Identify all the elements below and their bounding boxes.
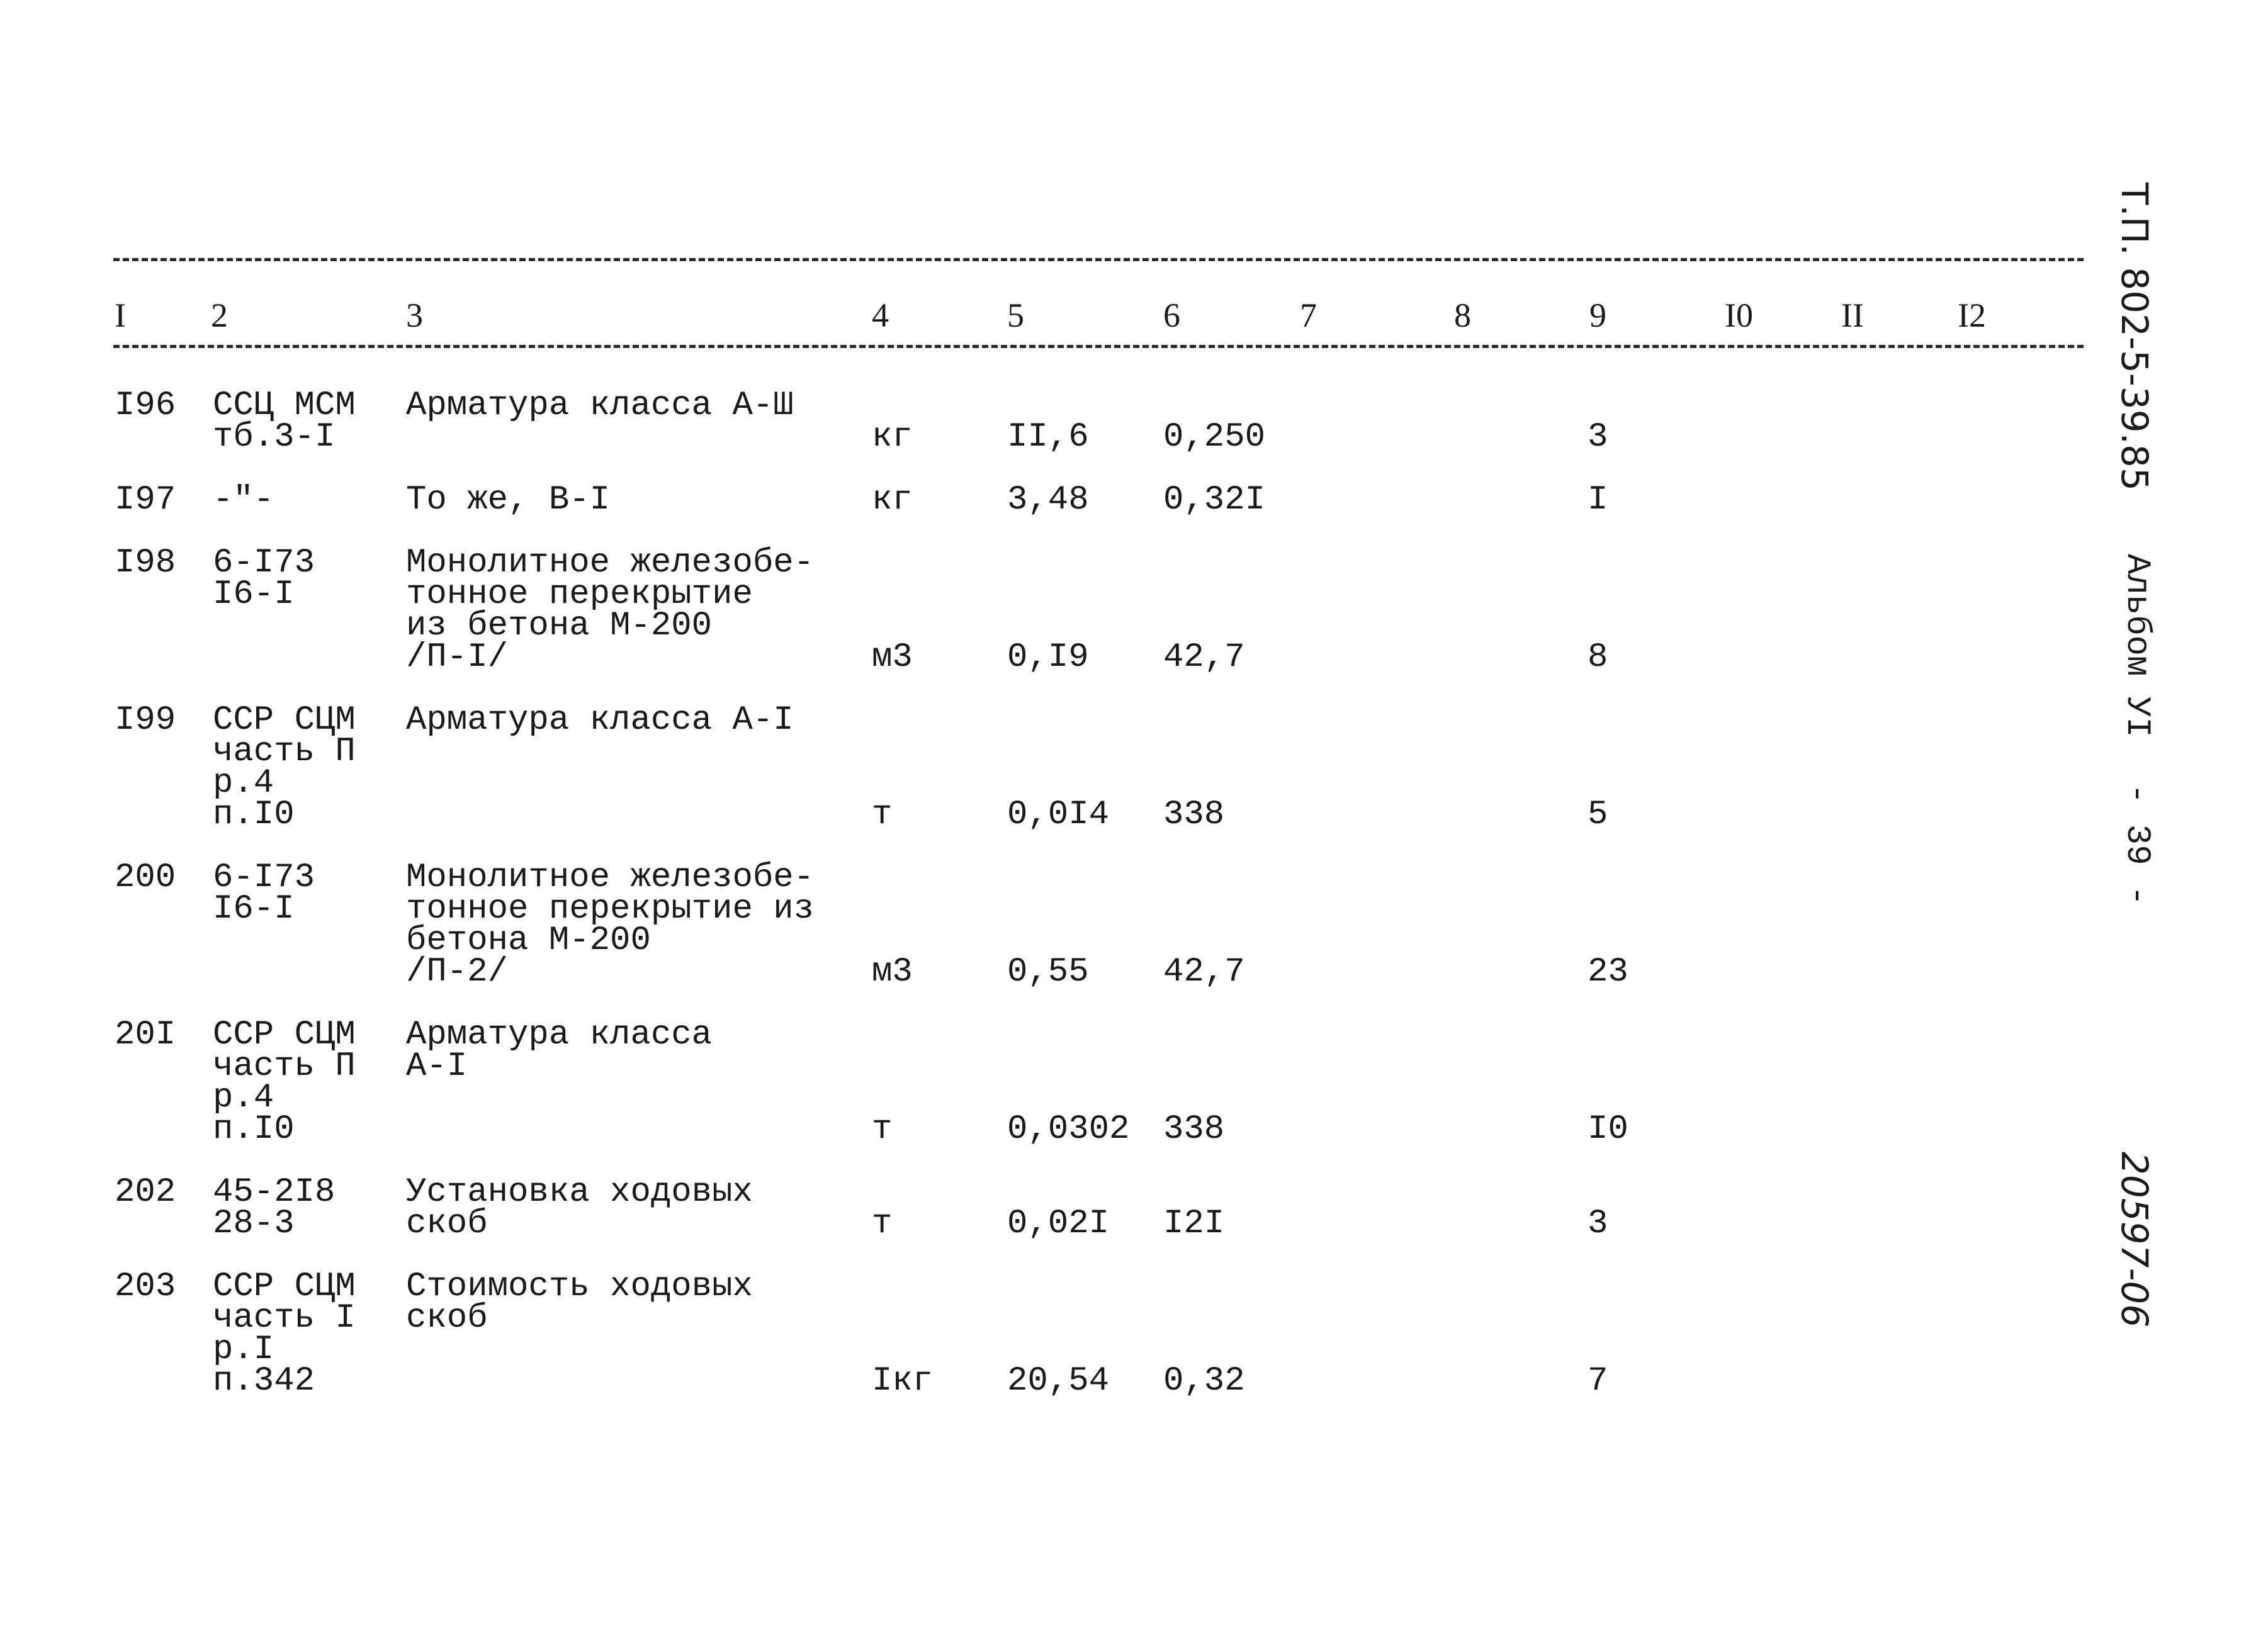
- row-number: I99: [115, 701, 176, 739]
- column-header: I2: [1958, 296, 1986, 334]
- header-top-rule: [113, 258, 2084, 261]
- album-label: Альбом УI: [2118, 554, 2156, 738]
- quantity: 0,02I: [1007, 1205, 1110, 1243]
- item-name-line: То же, В-I: [406, 481, 611, 519]
- row-number: 20I: [115, 1016, 176, 1054]
- reference-code-line: 28-3: [213, 1205, 295, 1243]
- reference-code-line: часть I: [213, 1299, 356, 1337]
- total-cost: 5: [1588, 795, 1608, 834]
- column-header: 6: [1163, 296, 1180, 334]
- item-name-line: А-I: [406, 1047, 468, 1086]
- reference-code-line: -"-: [213, 481, 274, 519]
- item-name-line: Стоимость ходовых: [406, 1267, 753, 1306]
- reference-code-line: р.4: [213, 1079, 274, 1117]
- unit: м3: [872, 638, 913, 677]
- item-name-line: Арматура класса: [406, 1016, 713, 1054]
- reference-code-line: 45-2I8: [213, 1173, 336, 1211]
- item-name-line: бетона М-200: [406, 921, 651, 960]
- total-cost: 23: [1588, 953, 1628, 991]
- header-bottom-rule: [113, 345, 2084, 348]
- reference-code-line: ССР СЦМ: [213, 1016, 356, 1054]
- unit-price: 42,7: [1163, 638, 1245, 677]
- item-name-line: Монолитное железобе-: [406, 544, 815, 582]
- total-cost: 7: [1588, 1362, 1608, 1400]
- unit-price: 0,32: [1163, 1362, 1245, 1400]
- unit: т: [872, 1110, 893, 1149]
- total-cost: 3: [1588, 418, 1608, 456]
- reference-code-line: 6-I73: [213, 858, 315, 897]
- item-name-line: /П-2/: [406, 953, 509, 991]
- quantity: 0,I9: [1007, 638, 1089, 677]
- total-cost: I0: [1588, 1110, 1628, 1149]
- reference-code-line: ССР СЦМ: [213, 701, 356, 739]
- total-cost: 8: [1588, 638, 1608, 677]
- item-name-line: тонное перекрытие из: [406, 890, 815, 928]
- unit-price: 338: [1163, 1110, 1225, 1149]
- reference-code-line: I6-I: [213, 890, 295, 928]
- unit: Iкг: [872, 1362, 934, 1400]
- reference-code-line: I6-I: [213, 575, 295, 614]
- item-name-line: Монолитное железобе-: [406, 858, 815, 897]
- unit-price: 42,7: [1163, 953, 1245, 991]
- reference-code-line: п.342: [213, 1362, 315, 1400]
- row-number: I97: [115, 481, 176, 519]
- item-name-line: /П-I/: [406, 638, 509, 677]
- row-number: I96: [115, 386, 176, 425]
- unit: т: [872, 795, 893, 834]
- quantity: 3,48: [1007, 481, 1089, 519]
- column-header: 3: [406, 296, 423, 334]
- total-cost: I: [1588, 481, 1608, 519]
- unit-price: 338: [1163, 795, 1225, 834]
- quantity: 0,55: [1007, 953, 1089, 991]
- reference-code-line: часть П: [213, 733, 356, 771]
- unit-price: I2I: [1163, 1205, 1225, 1243]
- item-name-line: Арматура класса А-I: [406, 701, 794, 739]
- item-name-line: Установка ходовых: [406, 1173, 753, 1211]
- column-header: 4: [872, 296, 889, 334]
- column-header: 8: [1454, 296, 1471, 334]
- quantity: 20,54: [1007, 1362, 1110, 1400]
- item-name-line: скоб: [406, 1205, 488, 1243]
- page-number: - 39 -: [2118, 784, 2156, 906]
- item-name-line: из бетона М-200: [406, 607, 713, 645]
- column-header: I: [115, 296, 126, 334]
- reference-code-line: часть П: [213, 1047, 356, 1086]
- project-code: Т.П. 802-5-39.85: [2113, 183, 2156, 491]
- item-name-line: Арматура класса А-Ш: [406, 386, 794, 425]
- row-number: 202: [115, 1173, 176, 1211]
- column-header: 7: [1300, 296, 1317, 334]
- reference-code-line: ССР СЦМ: [213, 1267, 356, 1306]
- quantity: 0,0302: [1007, 1110, 1130, 1149]
- item-name-line: тонное перекрытие: [406, 575, 753, 614]
- unit: м3: [872, 953, 913, 991]
- column-header: I0: [1725, 296, 1753, 334]
- reference-code-line: р.I: [213, 1330, 274, 1369]
- item-name-line: скоб: [406, 1299, 488, 1337]
- inventory-number: 20597-06: [2113, 1152, 2156, 1328]
- quantity: 0,0I4: [1007, 795, 1110, 834]
- row-number: 203: [115, 1267, 176, 1306]
- column-header: II: [1841, 296, 1864, 334]
- quantity: II,6: [1007, 418, 1089, 456]
- unit-price: 0,32I: [1163, 481, 1266, 519]
- column-header: 5: [1007, 296, 1024, 334]
- row-number: I98: [115, 544, 176, 582]
- reference-code-line: п.I0: [213, 795, 295, 834]
- reference-code-line: тб.3-I: [213, 418, 336, 456]
- reference-code-line: 6-I73: [213, 544, 315, 582]
- unit: кг: [872, 418, 913, 456]
- reference-code-line: п.I0: [213, 1110, 295, 1149]
- total-cost: 3: [1588, 1205, 1608, 1243]
- reference-code-line: ССЦ МСМ: [213, 386, 356, 425]
- unit: кг: [872, 481, 913, 519]
- row-number: 200: [115, 858, 176, 897]
- reference-code-line: р.4: [213, 764, 274, 802]
- unit-price: 0,250: [1163, 418, 1266, 456]
- column-header: 2: [211, 296, 228, 334]
- column-header: 9: [1589, 296, 1606, 334]
- unit: т: [872, 1205, 893, 1243]
